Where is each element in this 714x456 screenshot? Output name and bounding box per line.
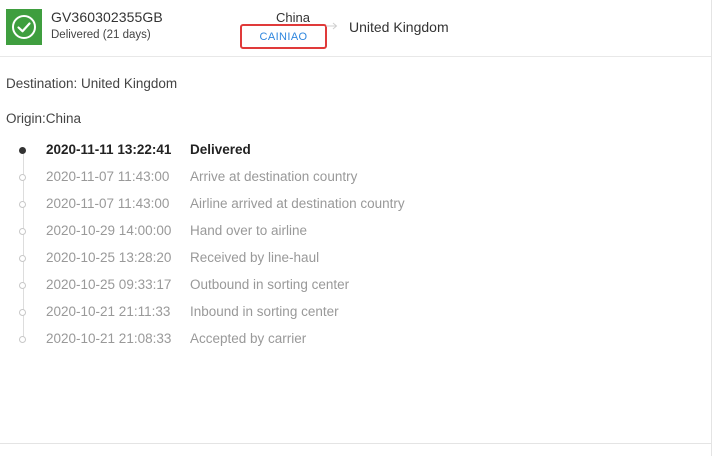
event-time: 2020-11-07 11:43:00 (46, 196, 170, 211)
carrier-name-link[interactable]: CAINIAO (259, 31, 307, 43)
event-time: 2020-10-29 14:00:00 (46, 223, 172, 238)
panel-border-right (711, 0, 712, 456)
delivery-status-summary: Delivered (21 days) (51, 29, 151, 41)
event-time: 2020-10-25 09:33:17 (46, 277, 172, 292)
event-description: Arrive at destination country (190, 169, 358, 184)
event-dot (19, 228, 26, 235)
origin-country: China (276, 10, 310, 25)
event-dot (19, 201, 26, 208)
current-event-dot (19, 147, 26, 154)
event-time: 2020-10-25 13:28:20 (46, 250, 172, 265)
origin-line: Origin:China (6, 111, 82, 126)
shipment-header[interactable]: GV360302355GB Delivered (21 days) China … (0, 0, 711, 57)
destination-line: Destination: United Kingdom (6, 76, 178, 91)
event-dot (19, 336, 26, 343)
event-description: Received by line-haul (190, 250, 320, 265)
event-description: Delivered (190, 142, 251, 157)
event-time: 2020-10-21 21:08:33 (46, 331, 172, 346)
route-arrow-icon (326, 22, 338, 30)
event-dot (19, 255, 26, 262)
event-dot (19, 309, 26, 316)
event-dot (19, 174, 26, 181)
event-dot (19, 282, 26, 289)
event-description: Accepted by carrier (190, 331, 307, 346)
check-circle-icon (12, 15, 36, 39)
tracking-card: GV360302355GB Delivered (21 days) China … (0, 0, 714, 456)
carrier-highlight-box[interactable]: CAINIAO (240, 24, 327, 49)
event-description: Airline arrived at destination country (190, 196, 405, 211)
event-time: 2020-11-11 13:22:41 (46, 142, 172, 157)
event-description: Hand over to airline (190, 223, 308, 238)
event-description: Outbound in sorting center (190, 277, 350, 292)
panel-border-bottom (0, 443, 711, 444)
tracking-number[interactable]: GV360302355GB (51, 9, 163, 25)
destination-country: United Kingdom (349, 19, 449, 35)
event-time: 2020-10-21 21:11:33 (46, 304, 171, 319)
event-description: Inbound in sorting center (190, 304, 339, 319)
event-time: 2020-11-07 11:43:00 (46, 169, 170, 184)
delivered-status-badge (6, 9, 42, 45)
